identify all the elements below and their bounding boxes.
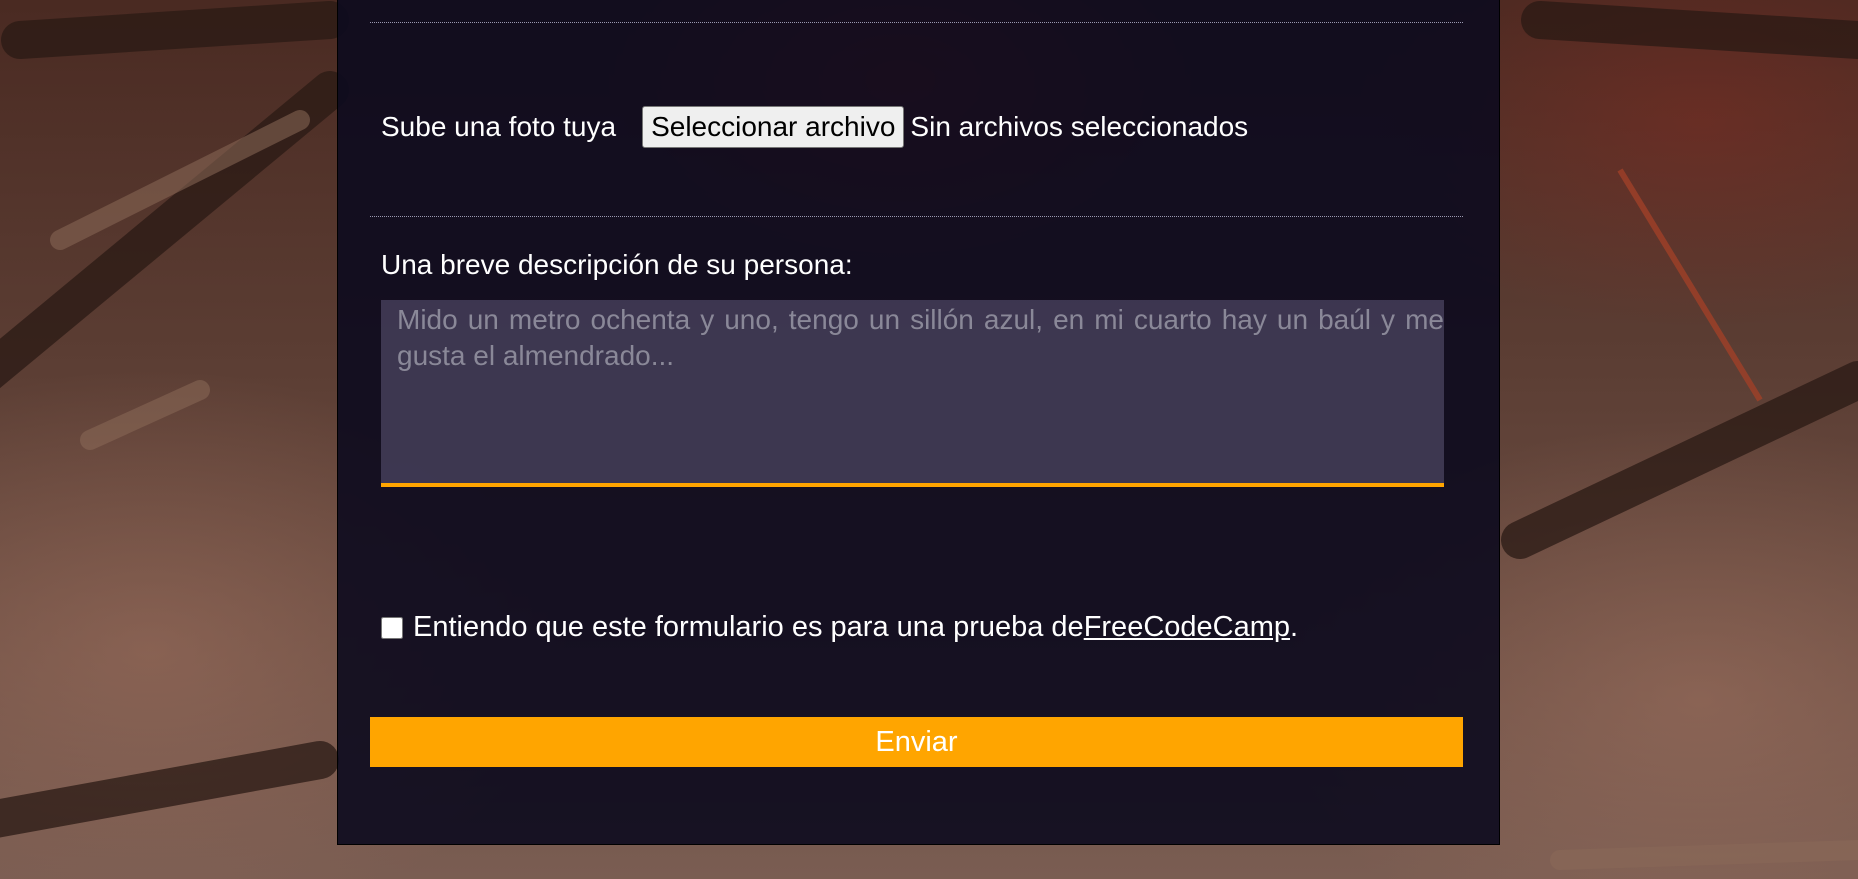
divider (370, 216, 1463, 217)
description-textarea[interactable] (381, 300, 1444, 487)
consent-text: Entiendo que este formulario es para una… (413, 611, 1084, 643)
description-label: Una breve descripción de su persona: (381, 249, 853, 280)
photo-upload-label: Sube una foto tuya (381, 111, 617, 142)
photo-upload-row: Sube una foto tuya Seleccionar archivo S… (381, 106, 1248, 148)
survey-form-panel: Sube una foto tuya Seleccionar archivo S… (337, 0, 1500, 845)
submit-button[interactable]: Enviar (370, 717, 1463, 767)
select-file-button[interactable]: Seleccionar archivo (642, 106, 905, 148)
consent-checkbox[interactable] (381, 616, 403, 639)
divider (370, 22, 1463, 23)
freecodecamp-link[interactable]: FreeCodeCamp (1084, 611, 1290, 644)
file-status-text: Sin archivos seleccionados (910, 111, 1249, 142)
consent-row: Entiendo que este formulario es para una… (381, 611, 1298, 644)
consent-suffix: . (1290, 611, 1299, 643)
